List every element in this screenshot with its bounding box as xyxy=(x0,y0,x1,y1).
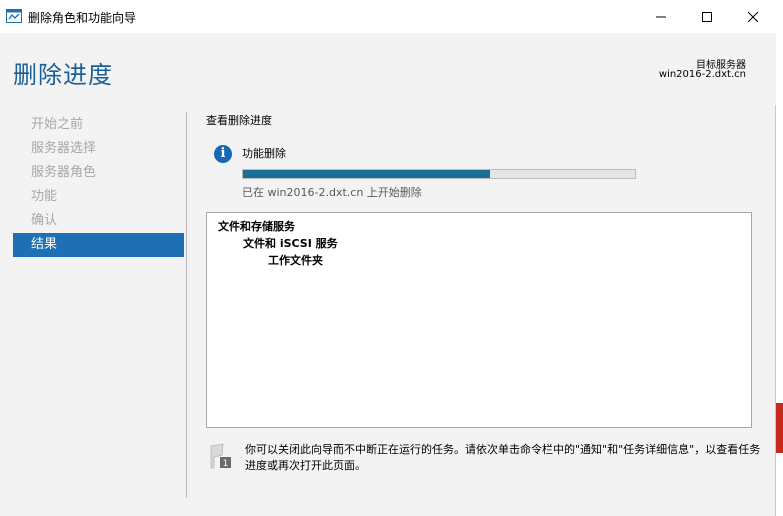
wizard-header: 删除进度 目标服务器 win2016-2.dxt.cn xyxy=(0,33,776,105)
step-confirmation[interactable]: 确认 xyxy=(13,209,184,233)
result-item-file-storage: 文件和存储服务 xyxy=(218,220,295,233)
progress-bar-fill xyxy=(243,170,490,178)
step-results[interactable]: 结果 xyxy=(13,233,184,257)
page-title: 删除进度 xyxy=(13,61,113,89)
maximize-icon xyxy=(702,11,712,22)
notification-flag-icon: 1 xyxy=(210,443,231,469)
section-title: 查看删除进度 xyxy=(206,114,272,127)
title-bar[interactable]: 删除角色和功能向导 xyxy=(0,0,776,33)
step-server-selection[interactable]: 服务器选择 xyxy=(13,137,184,161)
wizard-steps: 开始之前 服务器选择 服务器角色 功能 确认 结果 xyxy=(13,113,184,257)
results-list[interactable]: 文件和存储服务 文件和 iSCSI 服务 工作文件夹 xyxy=(206,212,752,428)
sidebar-divider xyxy=(186,112,187,498)
wizard-window: 删除角色和功能向导 删除进度 目标服务器 win2016-2.dxt.cn 开始… xyxy=(0,0,776,516)
result-item-work-folders: 工作文件夹 xyxy=(268,254,323,267)
minimize-icon xyxy=(656,16,666,17)
progress-bar xyxy=(242,169,636,179)
close-button[interactable] xyxy=(730,0,776,33)
step-features[interactable]: 功能 xyxy=(13,185,184,209)
window-title: 删除角色和功能向导 xyxy=(28,11,137,25)
target-server-name: win2016-2.dxt.cn xyxy=(658,69,746,80)
feature-removal-label: 功能删除 xyxy=(242,147,286,160)
result-item-iscsi: 文件和 iSCSI 服务 xyxy=(243,237,338,250)
minimize-button[interactable] xyxy=(638,0,684,33)
step-before-you-begin[interactable]: 开始之前 xyxy=(13,113,184,137)
maximize-button[interactable] xyxy=(684,0,730,33)
svg-text:1: 1 xyxy=(223,459,229,469)
step-server-roles[interactable]: 服务器角色 xyxy=(13,161,184,185)
info-icon: i xyxy=(214,145,232,163)
server-manager-icon xyxy=(6,9,22,23)
close-icon xyxy=(748,11,758,22)
background-window-edge xyxy=(776,403,783,453)
progress-status: 已在 win2016-2.dxt.cn 上开始删除 xyxy=(242,186,422,199)
notification-hint: 你可以关闭此向导而不中断正在运行的任务。请依次单击命令栏中的"通知"和"任务详细… xyxy=(245,443,761,472)
